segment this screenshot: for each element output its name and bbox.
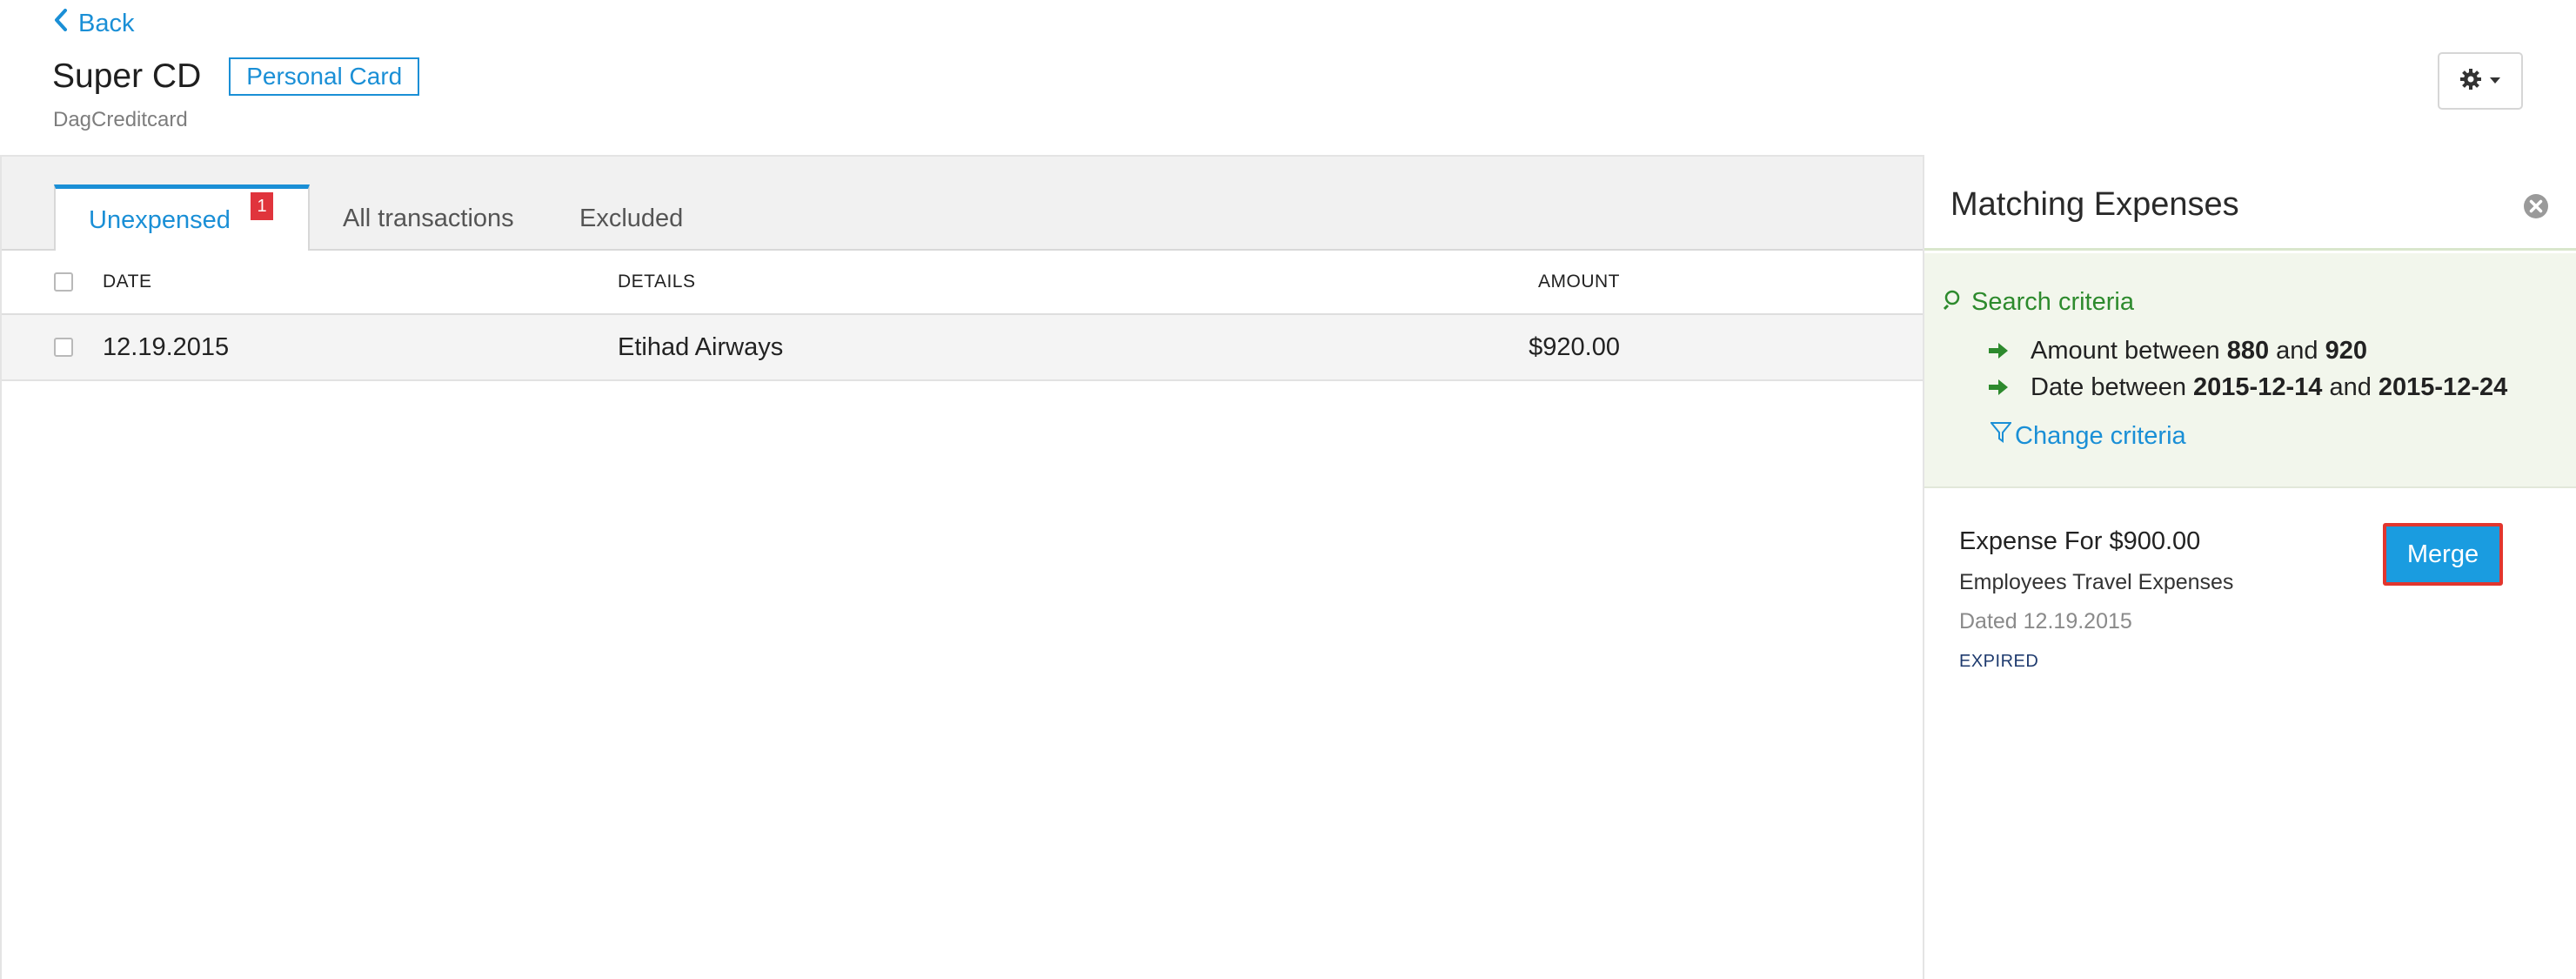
title-row: Super CD Personal Card <box>52 57 420 96</box>
criteria-date: Date between 2015-12-14 and 2015-12-24 <box>1989 373 2507 402</box>
arrow-right-icon <box>1989 337 2008 365</box>
tabs-bar: Unexpensed 1 All transactions Excluded <box>2 157 1923 252</box>
row-checkbox[interactable] <box>54 338 73 357</box>
card-subtitle: DagCreditcard <box>53 108 188 131</box>
transactions-pane: Unexpensed 1 All transactions Excluded D… <box>0 155 1924 979</box>
close-icon <box>2523 194 2549 223</box>
expense-category: Employees Travel Expenses <box>1959 570 2234 594</box>
arrow-right-icon <box>1989 373 2008 402</box>
matching-expense-item: Expense For $900.00 Employees Travel Exp… <box>1959 527 2233 672</box>
close-panel-button[interactable] <box>2523 193 2549 219</box>
tab-excluded[interactable]: Excluded <box>579 184 683 252</box>
column-header-amount[interactable]: AMOUNT <box>1538 251 1620 313</box>
filter-icon <box>1989 421 2013 451</box>
panel-title: Matching Expenses <box>1950 186 2239 223</box>
tab-all-transactions[interactable]: All transactions <box>343 184 514 252</box>
row-date: 12.19.2015 <box>103 332 230 361</box>
gear-icon <box>2459 68 2482 95</box>
expense-status: EXPIRED <box>1959 652 2039 671</box>
amount-max: 920 <box>2325 337 2368 365</box>
merge-button[interactable]: Merge <box>2383 523 2503 586</box>
change-criteria-link[interactable]: Change criteria <box>1989 421 2186 451</box>
back-link[interactable]: Back <box>54 9 134 38</box>
select-all-checkbox[interactable] <box>54 272 73 292</box>
date-to: 2015-12-24 <box>2378 373 2508 401</box>
date-from: 2015-12-14 <box>2193 373 2323 401</box>
change-criteria-label: Change criteria <box>2015 421 2186 450</box>
criteria-amount: Amount between 880 and 920 <box>1989 337 2367 365</box>
panel-header: Matching Expenses <box>1924 155 2576 251</box>
column-header-date[interactable]: DATE <box>103 251 151 313</box>
page-title: Super CD <box>52 57 202 95</box>
criteria-date-text: Date between 2015-12-14 and 2015-12-24 <box>2031 373 2508 401</box>
column-header-details[interactable]: DETAILS <box>618 251 695 313</box>
row-amount: $920.00 <box>1529 332 1620 361</box>
search-criteria-label: Search criteria <box>1971 288 2134 316</box>
search-icon <box>1943 288 1964 317</box>
expense-date: Dated 12.19.2015 <box>1959 609 2132 634</box>
tab-label: Unexpensed <box>89 206 231 234</box>
table-row[interactable]: 12.19.2015 Etihad Airways $920.00 <box>2 315 1923 381</box>
amount-min: 880 <box>2226 337 2270 365</box>
page-root: Back Super CD Personal Card DagCreditcar… <box>0 0 2576 979</box>
row-details: Etihad Airways <box>618 332 784 361</box>
row-checkbox-cell <box>54 315 73 379</box>
chevron-left-icon <box>54 9 68 38</box>
tab-label: All transactions <box>343 204 514 232</box>
table-header: DATE DETAILS AMOUNT <box>2 251 1923 315</box>
tab-unexpensed[interactable]: Unexpensed 1 <box>54 184 310 252</box>
search-criteria-box: Search criteria Amount between 880 and 9… <box>1924 253 2576 488</box>
criteria-amount-text: Amount between 880 and 920 <box>2031 337 2368 365</box>
tab-label: Excluded <box>579 204 684 232</box>
search-criteria-toggle[interactable]: Search criteria <box>1943 288 2134 317</box>
unexpensed-count-badge: 1 <box>251 192 273 220</box>
select-all-cell <box>54 251 73 313</box>
card-type-badge: Personal Card <box>229 57 420 96</box>
expense-title: Expense For $900.00 <box>1959 527 2201 555</box>
caret-down-icon <box>2489 73 2501 89</box>
settings-dropdown-button[interactable] <box>2438 52 2523 110</box>
back-label: Back <box>78 9 135 37</box>
